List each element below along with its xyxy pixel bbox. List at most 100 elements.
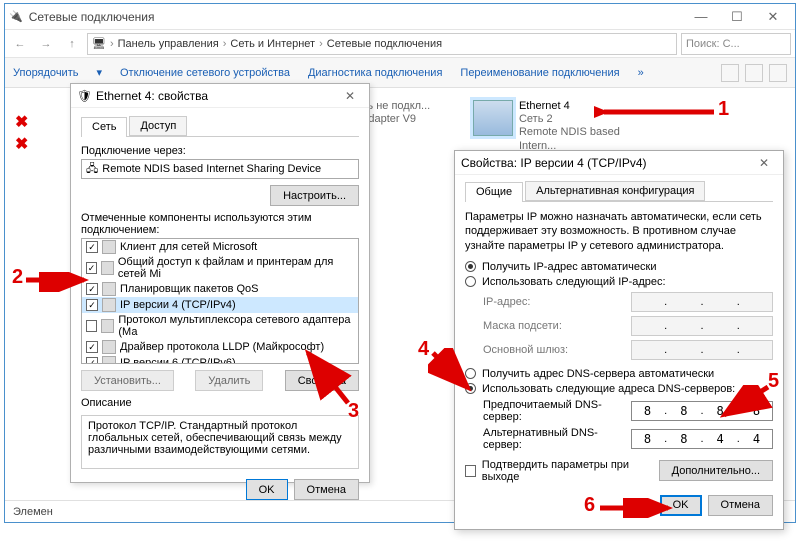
adapter-desc: Remote NDIS based Intern... [519, 126, 653, 152]
advanced-button[interactable]: Дополнительно... [659, 460, 773, 481]
properties-button[interactable]: Свойства [285, 370, 359, 391]
auto-dns-radio[interactable]: Получить адрес DNS-сервера автоматически [465, 368, 773, 380]
pref-dns-input[interactable]: 8. 8. 8. 8 [631, 401, 773, 421]
connect-via-label: Подключение через: [81, 145, 359, 157]
component-icon [102, 240, 116, 254]
search-input[interactable]: Поиск: С... [681, 33, 791, 55]
component-item[interactable]: ✓IP версии 4 (TCP/IPv4) [82, 297, 358, 313]
forward-button[interactable]: → [35, 33, 57, 55]
component-item[interactable]: ✓ Клиент для сетей Microsoft [82, 239, 358, 255]
back-button[interactable]: ← [9, 33, 31, 55]
checkbox-icon[interactable]: ✓ [86, 357, 98, 364]
more-cmd[interactable]: » [638, 67, 644, 79]
disable-device-cmd[interactable]: Отключение сетевого устройства [120, 67, 290, 79]
minimize-button[interactable]: — [683, 7, 719, 27]
uninstall-button[interactable]: Удалить [195, 370, 263, 391]
ip-input: ... [631, 292, 773, 312]
component-icon [102, 356, 116, 364]
checkbox-icon[interactable]: ✓ [86, 262, 97, 274]
breadcrumb-item[interactable]: Сеть и Интернет [230, 38, 315, 50]
up-button[interactable]: ↑ [61, 33, 83, 55]
help-icon[interactable] [769, 64, 787, 82]
tab-sharing[interactable]: Доступ [129, 116, 187, 136]
manual-ip-radio[interactable]: Использовать следующий IP-адрес: [465, 276, 773, 288]
maximize-button[interactable]: ☐ [719, 7, 755, 27]
component-label: Клиент для сетей Microsoft [120, 241, 257, 253]
app-icon: 🔌 [9, 10, 23, 23]
radio-icon [465, 368, 476, 379]
breadcrumb-item[interactable]: Панель управления [118, 38, 219, 50]
description-text: Протокол TCP/IP. Стандартный протокол гл… [81, 415, 359, 469]
cancel-button[interactable]: Отмена [708, 495, 773, 516]
checkbox-icon[interactable]: ✓ [86, 299, 98, 311]
tab-alt-config[interactable]: Альтернативная конфигурация [525, 181, 705, 201]
components-label: Отмеченные компоненты используются этим … [81, 212, 359, 236]
tab-network[interactable]: Сеть [81, 117, 127, 137]
close-button[interactable]: ✕ [751, 156, 777, 170]
component-icon [102, 340, 116, 354]
component-label: Протокол мультиплексора сетевого адаптер… [118, 314, 354, 338]
install-button[interactable]: Установить... [81, 370, 174, 391]
checkbox-icon[interactable] [86, 320, 97, 332]
window-title: Сетевые подключения [23, 10, 683, 24]
component-item[interactable]: ✓Драйвер протокола LLDP (Майкрософт) [82, 339, 358, 355]
component-icon [101, 261, 114, 275]
close-button[interactable]: ✕ [337, 89, 363, 103]
radio-icon [465, 276, 476, 287]
organize-menu[interactable]: Упорядочить [13, 67, 78, 79]
component-icon [102, 298, 116, 312]
validate-checkbox[interactable]: Подтвердить параметры при выходе Дополни… [465, 459, 773, 483]
component-item[interactable]: ✓ Общий доступ к файлам и принтерам для с… [82, 255, 358, 281]
nav-bar: ← → ↑ 🖥 › Панель управления › Сеть и Инт… [5, 30, 795, 58]
gw-label: Основной шлюз: [483, 344, 623, 356]
disabled-x-icon: ✖ [15, 112, 28, 132]
component-icon [101, 319, 114, 333]
tab-general[interactable]: Общие [465, 182, 523, 202]
configure-button[interactable]: Настроить... [270, 185, 359, 206]
adapter-status: Сеть 2 [519, 113, 653, 126]
preview-icon[interactable] [745, 64, 763, 82]
close-button[interactable]: ✕ [755, 7, 791, 27]
auto-ip-radio[interactable]: Получить IP-адрес автоматически [465, 261, 773, 273]
cancel-button[interactable]: Отмена [294, 479, 359, 500]
component-item[interactable]: ✓IP версии 6 (TCP/IPv6) [82, 355, 358, 364]
adapter-status: ль не подкл... [361, 100, 430, 113]
tab-strip: Сеть Доступ [81, 116, 359, 137]
checkbox-icon[interactable]: ✓ [86, 341, 98, 353]
checkbox-icon[interactable]: ✓ [86, 241, 98, 253]
annotation-5: 5 [768, 370, 779, 393]
checkbox-icon [465, 465, 476, 477]
components-list[interactable]: ✓ Клиент для сетей Microsoft ✓ Общий доступ… [81, 238, 359, 364]
adapter-item-selected[interactable]: Ethernet 4 Сеть 2 Remote NDIS based Inte… [473, 100, 653, 153]
diagnose-cmd[interactable]: Диагностика подключения [308, 67, 442, 79]
alt-dns-label: Альтернативный DNS-сервер: [483, 427, 623, 451]
checkbox-icon[interactable]: ✓ [86, 283, 98, 295]
breadcrumb-item[interactable]: Сетевые подключения [327, 38, 442, 50]
mask-label: Маска подсети: [483, 320, 623, 332]
dialog-title: Свойства: IP версии 4 (TCP/IPv4) [461, 156, 647, 170]
pref-dns-label: Предпочитаемый DNS-сервер: [483, 399, 623, 423]
view-icon[interactable] [721, 64, 739, 82]
component-icon [102, 282, 116, 296]
title-bar: 🔌 Сетевые подключения — ☐ ✕ [5, 4, 795, 30]
alt-dns-input[interactable]: 8. 8. 4. 4 [631, 429, 773, 449]
component-item[interactable]: Протокол мультиплексора сетевого адаптер… [82, 313, 358, 339]
mask-input: ... [631, 316, 773, 336]
component-label: Общий доступ к файлам и принтерам для се… [118, 256, 354, 280]
radio-icon [465, 383, 476, 394]
component-item[interactable]: ✓ Планировщик пакетов QoS [82, 281, 358, 297]
breadcrumb[interactable]: 🖥 › Панель управления › Сеть и Интернет … [87, 33, 677, 55]
manual-dns-radio[interactable]: Использовать следующие адреса DNS-сервер… [465, 383, 773, 395]
ok-button[interactable]: OK [246, 479, 288, 500]
annotation-6: 6 [584, 494, 595, 517]
component-label: Планировщик пакетов QoS [120, 283, 259, 295]
info-text: Параметры IP можно назначать автоматичес… [465, 210, 773, 253]
dialog-title: Ethernet 4: свойства [96, 89, 208, 103]
rename-cmd[interactable]: Переименование подключения [460, 67, 619, 79]
ipv4-properties-dialog: Свойства: IP версии 4 (TCP/IPv4) ✕ Общие… [454, 150, 784, 530]
disabled-x-icon: ✖ [15, 134, 28, 154]
annotation-3: 3 [348, 400, 359, 423]
ok-button[interactable]: OK [660, 495, 702, 516]
shield-icon: 🛡 [77, 89, 91, 103]
adapter-icon [473, 100, 513, 136]
